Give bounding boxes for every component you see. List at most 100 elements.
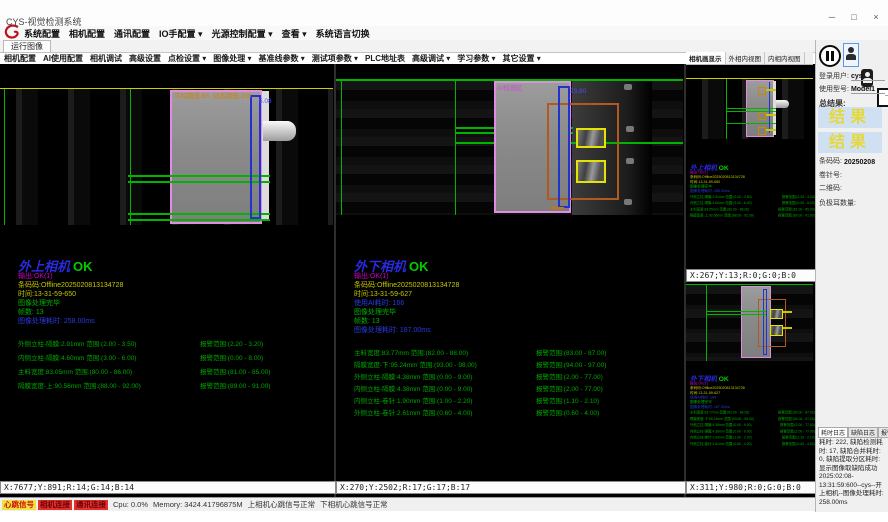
close-icon[interactable]: × xyxy=(870,12,882,22)
needle-number-label: 卷针号: xyxy=(819,170,842,180)
alarm-range: 报警范围:(83.00 - 87.00) xyxy=(536,347,606,359)
log-tab-strip: 耗时日志 缺陷日志 报警日志 xyxy=(818,427,888,438)
bolt-mark xyxy=(626,126,634,132)
tab-detect-box xyxy=(770,325,783,336)
user-mode-button[interactable] xyxy=(843,43,859,67)
menu-item[interactable]: 查看 ▾ xyxy=(282,27,307,40)
tiny-label-mark xyxy=(766,114,776,116)
mini-inspection-image[interactable] xyxy=(686,79,813,139)
done-line: 图像处理完毕 xyxy=(18,299,123,308)
roi-rect-blue xyxy=(250,95,261,219)
camera-title: 外上相机OK xyxy=(690,162,815,170)
mini-inspection-image[interactable] xyxy=(686,285,813,361)
camera-info-block: 外上相机OK 输出:OK(1) 条码码:Offline2025020813134… xyxy=(18,256,123,326)
bright-strip xyxy=(262,91,269,221)
roi-green-vline xyxy=(4,89,5,225)
alarm-range: 报警范围:(2.00 - 77.00) xyxy=(536,371,603,383)
alarm-range: 报警范围:(89.00 - 91.00) xyxy=(200,380,270,394)
measurement-list: 外侧立柱-隔膜:2.91mm 范围:(2.00 - 3.50) 报警范围:(2.… xyxy=(690,194,815,219)
barcode-row: 条码码: 20250208 xyxy=(819,156,885,166)
maximize-icon[interactable]: □ xyxy=(848,12,860,22)
toolbar-item[interactable]: 测试项参数 ▾ xyxy=(312,53,358,64)
thumb-tab[interactable]: 内相内视图 xyxy=(765,52,805,64)
tiny-label-mark xyxy=(766,89,776,91)
alarm-range: 报警范围:(89.00 - 91.00) xyxy=(778,212,815,218)
measurement-row: 主料宽度:83.05mm 范围:(80.00 - 86.00) 报警范围:(81… xyxy=(18,366,270,380)
time-line: 时间:13-31-59-627 xyxy=(354,290,459,299)
thumb-tab[interactable]: 相机画显示 xyxy=(686,52,726,64)
left-camera-panel[interactable]: 平均阈值:93, 动态阈值:100 5.08 外上相机OK 输出:OK(1) 条… xyxy=(0,64,333,497)
result-ok: OK xyxy=(719,164,729,172)
qr-code-label: 二维码: xyxy=(819,183,842,193)
tab-count-label: 负极耳数量: xyxy=(819,198,856,208)
menu-item[interactable]: 系统语言切换 xyxy=(316,27,370,40)
menu-item[interactable]: 系统配置 xyxy=(24,27,60,40)
measurement-row: 隔膜宽度-上:90.56mm 范围:(88.00 - 92.00) 报警范围:(… xyxy=(18,380,270,394)
minimize-icon[interactable]: ─ xyxy=(826,12,838,22)
result-block-1: 结果 xyxy=(818,107,882,128)
toolbar-item[interactable]: 高级设置 xyxy=(129,53,161,64)
defect-marker xyxy=(758,127,766,135)
menu-item[interactable]: 相机配置 xyxy=(69,27,105,40)
menu-item[interactable]: 通讯配置 xyxy=(114,27,150,40)
measure-line xyxy=(128,219,270,221)
thumb-panel-lower[interactable]: 外下相机OK 输出:OK(1) 条码码:Offline2025020813134… xyxy=(686,281,813,481)
thumb-tab[interactable]: 外相内视图 xyxy=(726,52,766,64)
measurement-value: 内侧立柱-隔膜:4.38mm 范围:(0.00 - 9.00) xyxy=(354,383,536,395)
log-tab[interactable]: 报警日志 xyxy=(878,427,888,438)
measurement-row: 外侧立柱-卷针:2.61mm 范围:(0.60 - 4.00) 报警范围:(0.… xyxy=(690,441,815,447)
roi-green-vline xyxy=(341,81,342,215)
bolt-mark xyxy=(624,199,632,205)
tiny-label-mark xyxy=(783,327,792,329)
toolbar-item[interactable]: 其它设置 ▾ xyxy=(503,53,541,64)
tiny-label-mark xyxy=(783,311,792,313)
measurement-value: 外侧立柱-卷针:2.61mm 范围:(0.60 - 4.00) xyxy=(354,407,536,419)
left-pixel-coords: X:7677;Y:891;R:14;G:14;B:14 xyxy=(0,481,336,494)
measurement-row: 隔膜宽度-上:90.56mm 范围:(88.00 - 92.00) 报警范围:(… xyxy=(690,212,815,218)
menu-item[interactable]: IO手配置 ▾ xyxy=(159,27,203,40)
app-window: CYS-视觉检测系统 ─ □ × 系统配置相机配置通讯配置IO手配置 ▾光源控制… xyxy=(0,0,888,522)
login-user-row: 登录用户: cys xyxy=(819,71,885,81)
result-ok: OK xyxy=(409,259,429,274)
toolbar-item[interactable]: PLC地址表 xyxy=(365,53,405,64)
log-tab[interactable]: 耗时日志 xyxy=(818,427,848,438)
proc-time-line: 图像处理耗时: 258.00ms xyxy=(18,317,123,326)
tab-run-image[interactable]: 运行图像 xyxy=(3,40,51,52)
toolbar-item[interactable]: AI使用配置 xyxy=(43,53,83,64)
barcode-line: 条码码:Offline2025020813134728 xyxy=(354,281,459,290)
toolbar-item[interactable]: 点检设置 ▾ xyxy=(168,53,206,64)
log-text[interactable]: 耗时: 222, 缺陷检测耗时: 17, 缺陷合并耗时: 0, 缺陷提取分区耗时… xyxy=(819,439,885,507)
inspection-image[interactable]: AI检测区 23.80 xyxy=(336,81,683,215)
toolbar-item[interactable]: 相机调试 xyxy=(90,53,122,64)
measure-line xyxy=(706,311,766,312)
menu-item[interactable]: 光源控制配置 ▾ xyxy=(212,27,273,40)
ai-time-line: 使用AI耗时: 166 xyxy=(354,299,459,308)
inspection-image[interactable]: 平均阈值:93, 动态阈值:100 5.08 xyxy=(0,89,333,225)
toolbar-item[interactable]: 相机配置 xyxy=(4,53,36,64)
measurement-row: 外侧立柱-卷针:2.61mm 范围:(0.60 - 4.00) 报警范围:(0.… xyxy=(354,407,606,419)
roi-green-vline xyxy=(130,89,131,225)
menu-items: 系统配置相机配置通讯配置 IO手配置 ▾ 光源控制配置 ▾ 查看 ▾ 系统语言切换 xyxy=(24,27,370,40)
alarm-range: 报警范围:(94.00 - 97.00) xyxy=(536,359,606,371)
status-badge: 相机连接 xyxy=(38,500,72,510)
measurement-row: 主料宽度:83.77mm 范围:(82.00 - 88.00) 报警范围:(83… xyxy=(354,347,606,359)
log-tab[interactable]: 缺陷日志 xyxy=(848,427,878,438)
camera-title: 外上相机OK xyxy=(18,256,123,272)
toolbar-item[interactable]: 图像处理 ▾ xyxy=(213,53,251,64)
barcode-line: 条码码:Offline2025020813134728 xyxy=(18,281,123,290)
middle-camera-panel[interactable]: AI检测区 23.80 外下相机OK 输出:OK(1) 条码码:Offline2… xyxy=(336,64,683,497)
toolbar-item[interactable]: 学习参数 ▾ xyxy=(457,53,495,64)
model-row: 使用型号: Model1 xyxy=(819,84,885,94)
toolbar-item[interactable]: 高级调试 ▾ xyxy=(412,53,450,64)
thumb-panel-upper[interactable]: 外上相机OK 输出:OK(1) 条码码:Offline2025020813134… xyxy=(686,64,813,269)
alarm-range: 报警范围:(0.60 - 4.00) xyxy=(782,441,815,447)
measurement-value: 隔膜宽度-上:90.56mm 范围:(88.00 - 92.00) xyxy=(690,212,778,218)
defect-marker xyxy=(758,112,766,120)
status-badge: 通讯连接 xyxy=(74,500,108,510)
measurement-value: 隔膜宽度-上:90.56mm 范围:(88.00 - 92.00) xyxy=(18,380,200,394)
pause-button[interactable] xyxy=(819,45,841,67)
toolbar-item[interactable]: 基准线参数 ▾ xyxy=(259,53,305,64)
titlebar: CYS-视觉检测系统 ─ □ × xyxy=(0,0,888,26)
lower-camera-heartbeat: 下相机心跳信号正常 xyxy=(320,499,388,510)
frames-line: 帧数: 13 xyxy=(354,317,459,326)
